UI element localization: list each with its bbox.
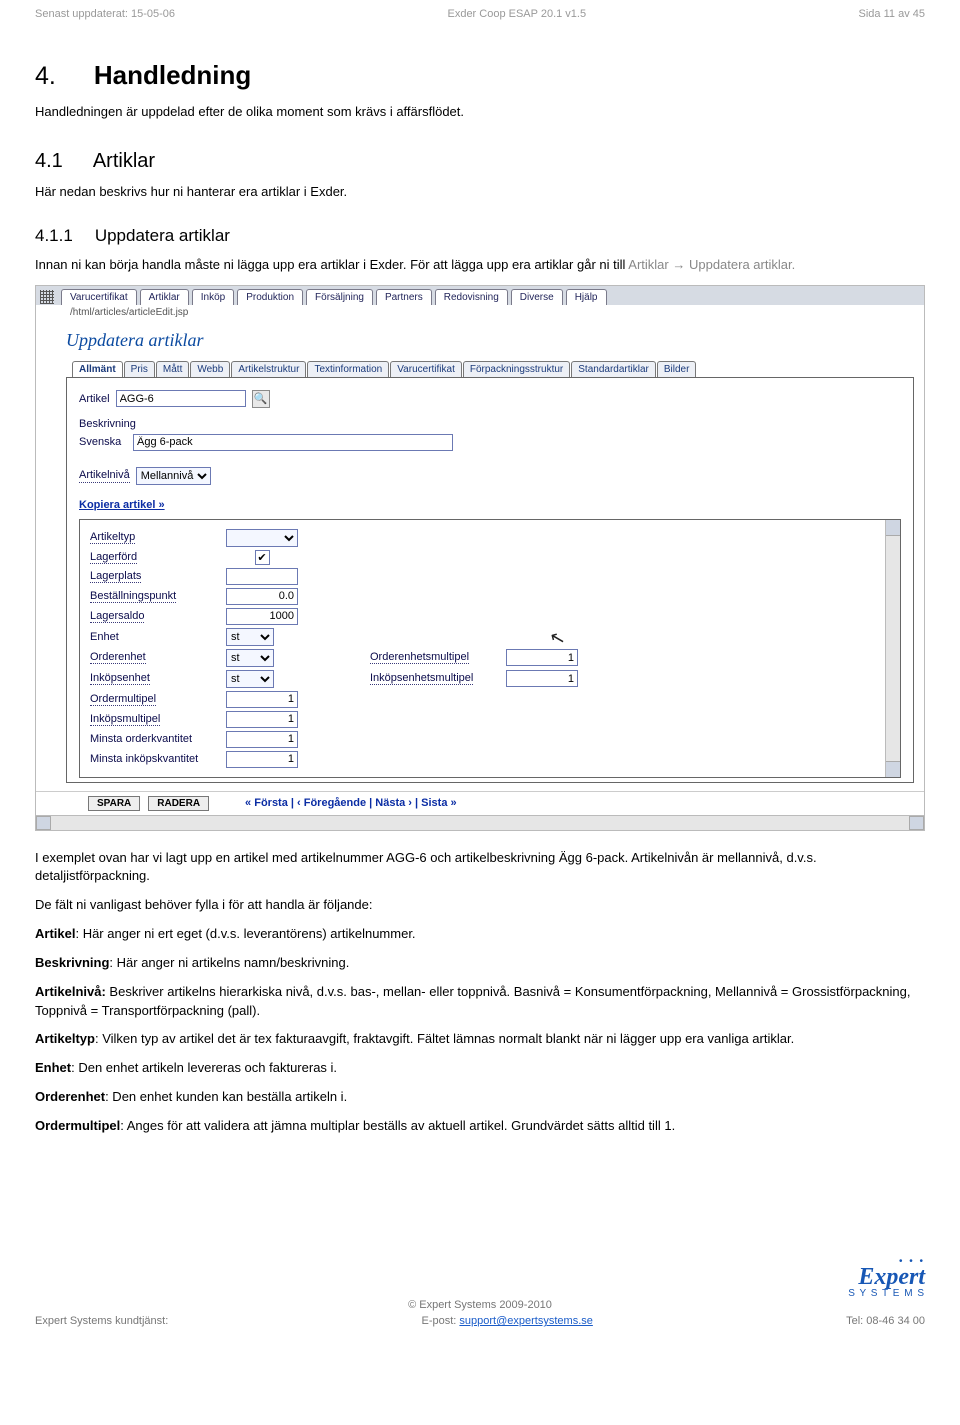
lagerford-checkbox[interactable]: ✔ [255, 550, 270, 565]
meta-updated: Senast uppdaterat: 15-05-06 [35, 8, 175, 20]
lagerplats-input[interactable] [226, 568, 298, 585]
p-enhet: Enhet: Den enhet artikeln levereras och … [35, 1059, 925, 1078]
bestallningspunkt-input[interactable] [226, 588, 298, 605]
artikel-input[interactable] [116, 390, 246, 407]
lbl-ordermultipel: Ordermultipel [90, 693, 156, 706]
lbl-orderenhet: Orderenhet [90, 651, 146, 664]
lbl-enhet: Enhet [90, 631, 220, 643]
tab-varucertifikat[interactable]: Varucertifikat [390, 361, 462, 377]
h3-title: Uppdatera artiklar [95, 226, 230, 246]
lbl-orderenhetsmultipel: Orderenhetsmultipel [370, 651, 469, 664]
tab-webb[interactable]: Webb [190, 361, 230, 377]
p-artikelniva: Artikelnivå: Beskriver artikelns hierark… [35, 983, 925, 1021]
lbl-lagersaldo: Lagersaldo [90, 610, 144, 623]
p-artikel: Artikel: Här anger ni ert eget (d.v.s. l… [35, 925, 925, 944]
h1-number: 4. [35, 62, 56, 91]
radera-button[interactable]: RADERA [148, 796, 209, 811]
spara-button[interactable]: SPARA [88, 796, 140, 811]
artikel-label: Artikel [79, 393, 110, 405]
subtab-row: Allmänt Pris Mått Webb Artikelstruktur T… [72, 361, 914, 377]
footer-mid: E-post: support@expertsystems.se [422, 1315, 593, 1327]
tab-forpackningsstruktur[interactable]: Förpackningsstruktur [463, 361, 570, 377]
tab-bilder[interactable]: Bilder [657, 361, 697, 377]
lbl-artikeltyp: Artikeltyp [90, 531, 135, 544]
artikeltyp-select[interactable] [226, 529, 298, 547]
orderenhetsmultipel-input[interactable] [506, 649, 578, 666]
app-screenshot: Varucertifikat Artiklar Inköp Produktion… [35, 285, 925, 831]
minsta-inkopskv-input[interactable] [226, 751, 298, 768]
svenska-input[interactable] [133, 434, 453, 451]
h3-number: 4.1.1 [35, 226, 73, 246]
ordermultipel-input[interactable] [226, 691, 298, 708]
footer-copyright: © Expert Systems 2009-2010 [35, 1299, 925, 1311]
lbl-bestallningspunkt: Beställningspunkt [90, 590, 176, 603]
menubar: Varucertifikat Artiklar Inköp Produktion… [36, 286, 924, 305]
menu-redovisning[interactable]: Redovisning [435, 289, 508, 305]
lbl-inkopsmultipel: Inköpsmultipel [90, 713, 160, 726]
form-panel: Artikel 🔍 Beskrivning Svenska Artikelniv… [66, 377, 914, 783]
kopiera-artikel-link[interactable]: Kopiera artikel » [79, 499, 165, 511]
footer-email-link[interactable]: support@expertsystems.se [459, 1315, 592, 1327]
h3-intro-b: Artiklar → Uppdatera artiklar. [628, 257, 795, 272]
pager-links[interactable]: « Första | ‹ Föregående | Nästa › | Sist… [245, 797, 457, 809]
menu-produktion[interactable]: Produktion [237, 289, 303, 305]
p-fields-intro: De fält ni vanligast behöver fylla i för… [35, 896, 925, 915]
footer-right: Tel: 08-46 34 00 [846, 1315, 925, 1327]
meta-center: Exder Coop ESAP 20.1 v1.5 [447, 8, 586, 20]
p-orderenhet: Orderenhet: Den enhet kunden kan beställ… [35, 1088, 925, 1107]
lbl-inkopsenhetsmultipel: Inköpsenhetsmultipel [370, 672, 473, 685]
tab-matt[interactable]: Mått [156, 361, 189, 377]
orderenhet-select[interactable]: st [226, 649, 274, 667]
artikelniva-label: Artikelnivå [79, 469, 130, 483]
menu-artiklar[interactable]: Artiklar [140, 289, 189, 305]
h2-number: 4.1 [35, 150, 63, 173]
h1-title: Handledning [94, 60, 251, 91]
h2-title: Artiklar [93, 150, 155, 173]
h1-intro: Handledningen är uppdelad efter de olika… [35, 103, 925, 122]
tab-textinformation[interactable]: Textinformation [307, 361, 389, 377]
enhet-select[interactable]: st [226, 628, 274, 646]
lbl-minsta-inkopskv: Minsta inköpskvantitet [90, 753, 220, 765]
menu-inkop[interactable]: Inköp [192, 289, 234, 305]
menu-hjalp[interactable]: Hjälp [566, 289, 607, 305]
p-artikeltyp: Artikeltyp: Vilken typ av artikel det är… [35, 1030, 925, 1049]
menu-forsaljning[interactable]: Försäljning [306, 289, 373, 305]
lbl-lagerplats: Lagerplats [90, 570, 141, 583]
lagersaldo-input[interactable] [226, 608, 298, 625]
p-example: I exemplet ovan har vi lagt upp en artik… [35, 849, 925, 887]
minsta-orderkv-input[interactable] [226, 731, 298, 748]
grid-icon[interactable] [40, 290, 54, 304]
svenska-label: Svenska [79, 436, 127, 448]
h2-intro: Här nedan beskrivs hur ni hanterar era a… [35, 183, 925, 202]
tab-artikelstruktur[interactable]: Artikelstruktur [231, 361, 306, 377]
lbl-inkopsenhet: Inköpsenhet [90, 672, 150, 685]
artikelniva-select[interactable]: Mellannivå [136, 467, 211, 485]
footer-left: Expert Systems kundtjänst: [35, 1315, 168, 1327]
screen-title: Uppdatera artiklar [66, 330, 914, 351]
tab-pris[interactable]: Pris [124, 361, 155, 377]
menu-varucertifikat[interactable]: Varucertifikat [61, 289, 137, 305]
logo: • • • Expert S Y S T E M S [35, 1256, 925, 1300]
path-bar: /html/articles/articleEdit.jsp [36, 305, 924, 324]
inner-scrollbar[interactable] [885, 520, 900, 777]
h3-intro-a: Innan ni kan börja handla måste ni lägga… [35, 257, 628, 272]
p-beskrivning: Beskrivning: Här anger ni artikelns namn… [35, 954, 925, 973]
search-icon[interactable]: 🔍 [252, 390, 270, 408]
tab-standardartiklar[interactable]: Standardartiklar [571, 361, 656, 377]
inkopsmultipel-input[interactable] [226, 711, 298, 728]
p-ordermultipel: Ordermultipel: Anges för att validera at… [35, 1117, 925, 1136]
inkopsenhet-select[interactable]: st [226, 670, 274, 688]
lbl-lagerford: Lagerförd [90, 551, 137, 564]
detail-panel: ↖ Artikeltyp Lagerförd ✔ Lagerplats Best… [79, 519, 901, 778]
lbl-minsta-orderkv: Minsta orderkvantitet [90, 733, 220, 745]
beskrivning-label: Beskrivning [79, 418, 136, 430]
tab-allmant[interactable]: Allmänt [72, 361, 123, 377]
outer-scrollbar[interactable] [36, 815, 924, 830]
menu-partners[interactable]: Partners [376, 289, 432, 305]
inkopsenhetsmultipel-input[interactable] [506, 670, 578, 687]
menu-diverse[interactable]: Diverse [511, 289, 563, 305]
h3-intro: Innan ni kan börja handla måste ni lägga… [35, 256, 925, 275]
meta-page: Sida 11 av 45 [859, 8, 925, 20]
